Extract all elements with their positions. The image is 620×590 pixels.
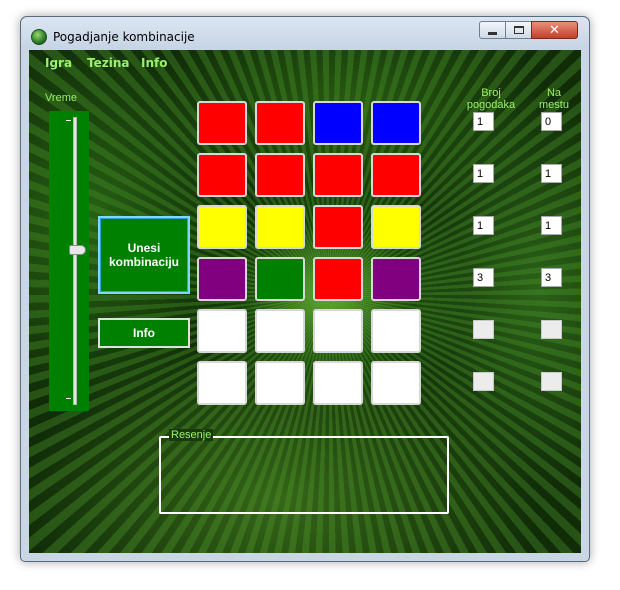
peg-r1-c4[interactable] [371,101,421,145]
peg-r1-c3[interactable] [313,101,363,145]
hits-box-r4: 3 [473,268,494,287]
window-title: Pogadjanje kombinacije [53,30,195,44]
in-place-box-r3: 1 [541,216,562,235]
menu-tezina[interactable]: Tezina [87,56,129,70]
enter-label-line2: kombinaciju [108,255,179,269]
solution-label: Resenje [169,429,214,441]
hits-box-r1: 1 [473,112,494,131]
in-place-box-r4: 3 [541,268,562,287]
maximize-icon [513,26,524,34]
in-place-header: Na mestu [534,87,574,111]
slider-tick-top [66,120,71,121]
hits-box-r6 [473,372,494,391]
peg-r4-c1[interactable] [197,257,247,301]
app-icon [31,29,47,45]
in-place-header-line2: mestu [539,99,569,111]
peg-r5-c1[interactable] [197,309,247,353]
in-place-box-r6 [541,372,562,391]
peg-r3-c1[interactable] [197,205,247,249]
peg-r3-c2[interactable] [255,205,305,249]
close-button[interactable]: ✕ [531,21,578,39]
peg-r1-c1[interactable] [197,101,247,145]
timer-label: Vreme [45,92,77,104]
hits-header-line2: pogodaka [466,99,516,111]
peg-r4-c4[interactable] [371,257,421,301]
slider-track [73,117,77,405]
peg-r6-c3[interactable] [313,361,363,405]
in-place-header-line1: Na [546,87,562,99]
peg-r2-c3[interactable] [313,153,363,197]
solution-groupbox: Resenje [159,429,449,514]
close-icon: ✕ [549,22,560,38]
menu-bar: Igra Tezina Info [29,50,581,76]
in-place-box-r1: 0 [541,112,562,131]
peg-r2-c4[interactable] [371,153,421,197]
timer-slider[interactable] [49,111,89,411]
in-place-box-r5 [541,320,562,339]
peg-r5-c4[interactable] [371,309,421,353]
title-bar[interactable]: Pogadjanje kombinacije ✕ [21,17,589,49]
enter-label-line1: Unesi [127,241,161,255]
enter-combination-label: Unesi kombinaciju [109,241,179,269]
in-place-box-r2: 1 [541,164,562,183]
peg-r5-c3[interactable] [313,309,363,353]
hits-box-r3: 1 [473,216,494,235]
slider-tick-bottom [66,398,71,399]
menu-info[interactable]: Info [141,56,167,70]
peg-r4-c3[interactable] [313,257,363,301]
peg-r2-c1[interactable] [197,153,247,197]
peg-r2-c2[interactable] [255,153,305,197]
hits-box-r5 [473,320,494,339]
peg-r3-c4[interactable] [371,205,421,249]
peg-r4-c2[interactable] [255,257,305,301]
hits-box-r2: 1 [473,164,494,183]
peg-r6-c4[interactable] [371,361,421,405]
peg-r5-c2[interactable] [255,309,305,353]
slider-thumb[interactable] [69,245,86,255]
hits-header-line1: Broj [481,87,501,99]
peg-r6-c2[interactable] [255,361,305,405]
game-area: Igra Tezina Info Vreme Unesi kombinaciju… [29,50,581,553]
maximize-button[interactable] [505,21,532,39]
enter-combination-button[interactable]: Unesi kombinaciju [98,216,190,294]
app-window: Pogadjanje kombinacije ✕ Igra Tezina Inf… [20,16,590,562]
hits-header: Broj pogodaka [466,87,516,111]
peg-r6-c1[interactable] [197,361,247,405]
minimize-button[interactable] [479,21,506,39]
minimize-icon [488,31,497,35]
peg-r1-c2[interactable] [255,101,305,145]
info-button[interactable]: Info [98,318,190,348]
menu-igra[interactable]: Igra [45,56,72,70]
peg-r3-c3[interactable] [313,205,363,249]
